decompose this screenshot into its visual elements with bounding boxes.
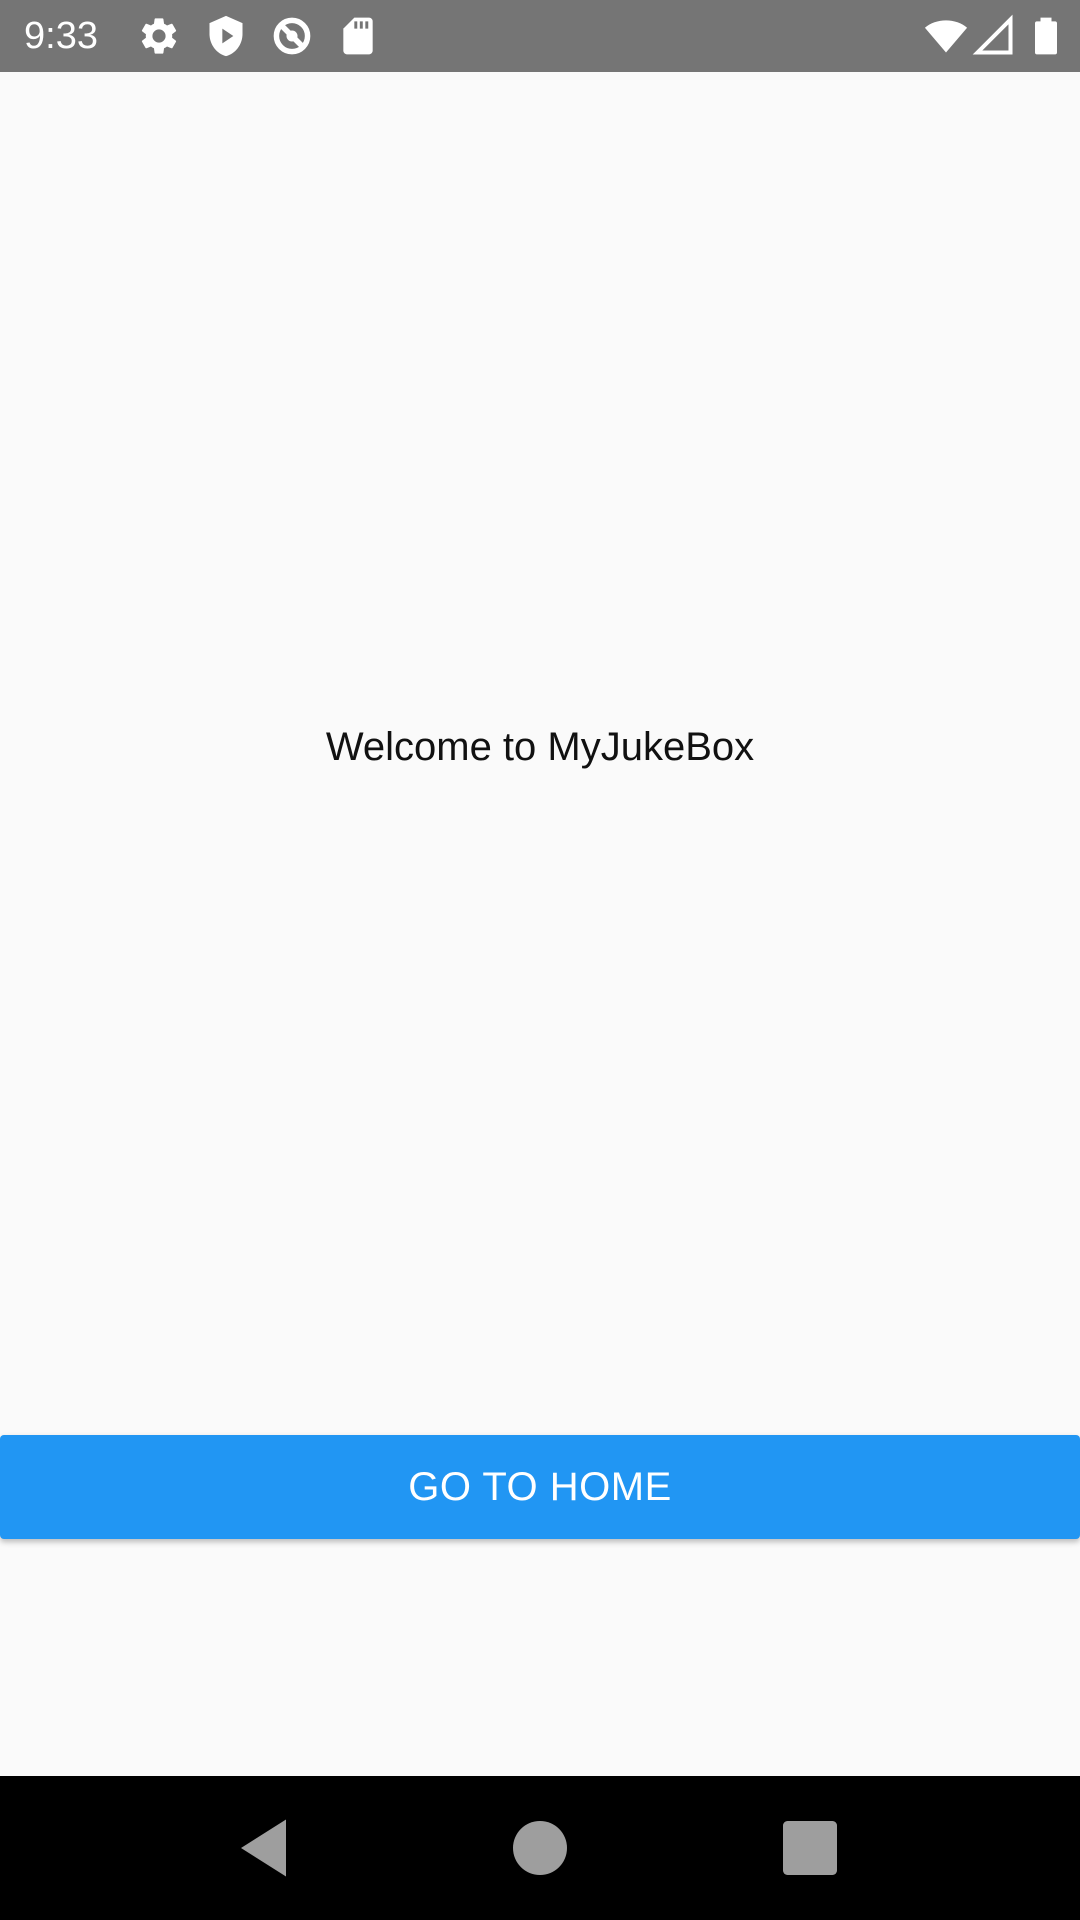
welcome-text: Welcome to MyJukeBox bbox=[325, 725, 755, 769]
navigation-bar bbox=[0, 1776, 1080, 1920]
go-to-home-button[interactable]: GO TO HOME bbox=[0, 1435, 1080, 1539]
shield-play-icon bbox=[204, 14, 248, 58]
battery-icon bbox=[1024, 14, 1068, 58]
status-time: 9:33 bbox=[24, 15, 98, 57]
gear-icon bbox=[137, 14, 181, 58]
wifi-icon bbox=[924, 14, 968, 58]
status-bar: 9:33 bbox=[0, 0, 1080, 72]
main-content: Welcome to MyJukeBox GO TO HOME bbox=[0, 72, 1080, 1775]
cellular-signal-icon bbox=[972, 14, 1016, 58]
recents-icon[interactable] bbox=[774, 1812, 846, 1884]
back-icon[interactable] bbox=[232, 1812, 304, 1884]
data-saver-icon bbox=[270, 14, 314, 58]
sd-card-icon bbox=[336, 14, 380, 58]
home-icon[interactable] bbox=[504, 1812, 576, 1884]
